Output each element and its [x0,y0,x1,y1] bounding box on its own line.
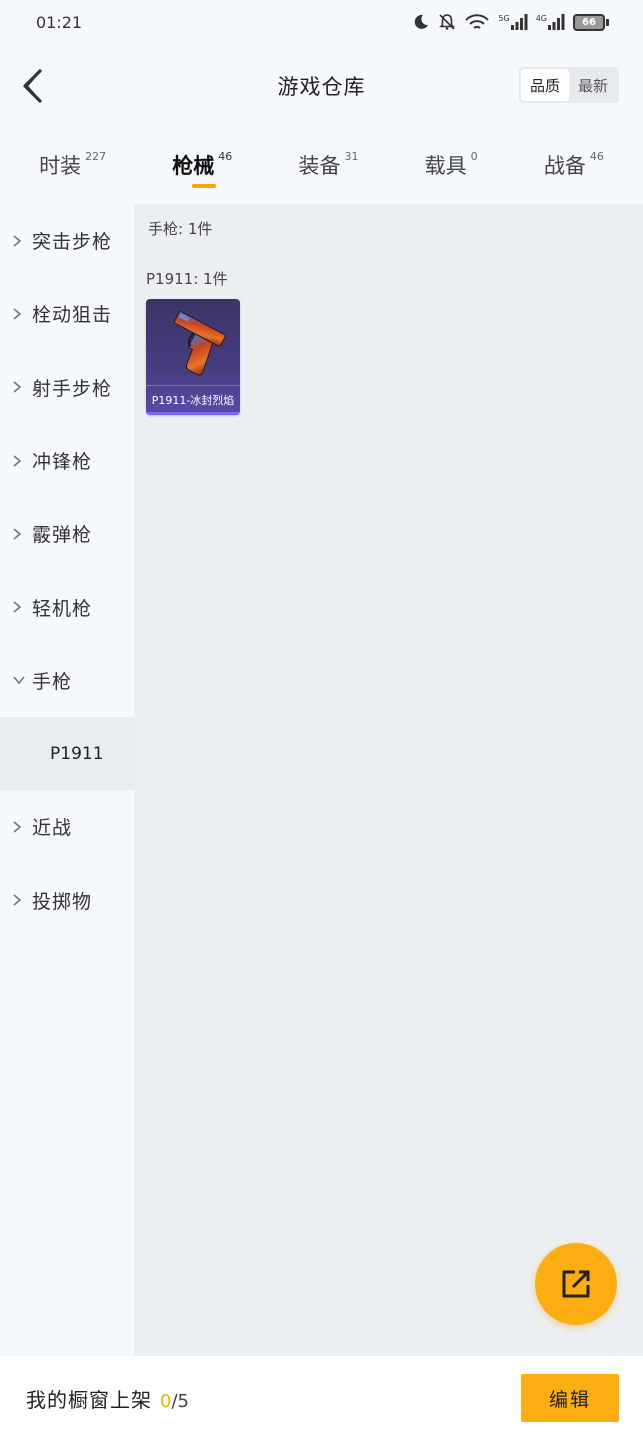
tab-vehicles[interactable]: 载具 0 [425,134,478,194]
battery-level: 66 [573,13,605,31]
sidebar-item-label: 投掷物 [32,890,93,913]
signal-5g-label: 5G [498,14,510,23]
tab-firearms[interactable]: 枪械 46 [172,134,232,194]
chevron-right-icon [12,527,26,541]
sidebar-item-label: 轻机枪 [32,597,93,620]
external-link-icon [562,1270,590,1298]
tab-fashion[interactable]: 时装 227 [39,134,106,194]
sidebar-subitem-label: P1911 [50,743,104,764]
tab-count: 227 [85,150,107,163]
showcase-count-total: /5 [171,1390,189,1412]
chevron-right-icon [12,380,26,394]
chevron-right-icon [12,820,26,834]
status-time: 01:21 [36,12,83,32]
bell-off-icon [438,13,456,31]
battery-icon: 66 [573,13,609,31]
bottom-bar: 我的橱窗上架 0/5 编辑 [0,1356,643,1440]
chevron-right-icon [12,307,26,321]
tab-label: 载具 [424,154,467,178]
back-button[interactable] [14,66,50,106]
tab-count: 0 [470,150,478,163]
status-bar: 01:21 5G 4G 66 [0,0,643,44]
item-card[interactable]: P1911-冰封烈焰 [146,299,240,415]
chevron-right-icon [12,600,26,614]
item-content-area: 手枪: 1件 P1911: 1件 P1911-冰封烈焰 [134,204,643,1356]
tab-count: 46 [218,150,233,163]
tab-count: 31 [344,150,359,163]
status-icons: 5G 4G 66 [412,13,609,31]
chevron-right-icon [12,454,26,468]
chevron-left-icon [23,69,42,103]
sidebar-item-assault-rifle[interactable]: 突击步枪 [0,204,134,277]
pistol-skin-image [174,311,226,376]
moon-icon [412,13,430,31]
tab-label: 时装 [39,154,82,178]
sidebar-item-label: 突击步枪 [32,231,113,254]
tab-active-indicator [192,184,217,188]
chevron-right-icon [12,893,26,907]
showcase-info: 我的橱窗上架 0/5 [26,1384,189,1413]
showcase-count-current: 0 [160,1390,172,1412]
edit-button[interactable]: 编辑 [521,1374,619,1422]
wifi-icon [464,13,490,31]
item-card-label: P1911-冰封烈焰 [146,385,240,413]
sidebar-item-melee[interactable]: 近战 [0,790,134,863]
sidebar-item-label: 栓动狙击 [32,304,113,327]
signal-5g-icon: 5G [498,14,528,30]
rarity-bar [146,412,240,415]
sort-quality-button[interactable]: 品质 [520,69,569,101]
sidebar-item-label: 射手步枪 [32,377,113,400]
showcase-count: 0/5 [160,1391,189,1412]
tab-combat-gear[interactable]: 战备 46 [544,134,604,194]
sidebar-item-label: 霰弹枪 [32,524,93,547]
chevron-right-icon [12,234,26,248]
sub-group-title: P1911: 1件 [146,270,228,288]
sidebar-item-smg[interactable]: 冲锋枪 [0,424,134,497]
sort-toggle: 品质 最新 [518,67,619,103]
header: 游戏仓库 品质 最新 [0,54,643,118]
sidebar-item-label: 冲锋枪 [32,451,93,474]
signal-4g-label: 4G [535,14,547,23]
tab-label: 装备 [298,154,341,178]
sidebar-item-label: 手枪 [32,670,73,693]
tab-label: 枪械 [172,154,215,178]
sidebar-item-bolt-sniper[interactable]: 栓动狙击 [0,277,134,350]
sidebar-subitem-p1911[interactable]: P1911 [0,717,134,791]
sidebar-item-pistol[interactable]: 手枪 [0,644,134,717]
tab-equipment[interactable]: 装备 31 [298,134,358,194]
sidebar-item-shotgun[interactable]: 霰弹枪 [0,497,134,570]
group-title: 手枪: 1件 [148,220,213,238]
tab-count: 46 [589,150,604,163]
signal-4g-icon: 4G [536,14,565,30]
sidebar-item-marksman-rifle[interactable]: 射手步枪 [0,351,134,424]
sort-latest-button[interactable]: 最新 [569,69,617,101]
page-title: 游戏仓库 [277,75,366,99]
share-fab-button[interactable] [535,1243,617,1325]
sidebar-item-throwables[interactable]: 投掷物 [0,863,134,936]
sidebar-item-lmg[interactable]: 轻机枪 [0,570,134,643]
weapon-category-sidebar: 突击步枪 栓动狙击 射手步枪 冲锋枪 霰弹枪 轻机枪 手枪 P1911 近战 投… [0,204,134,1356]
category-tabs: 时装 227 枪械 46 装备 31 载具 0 战备 46 [0,134,643,198]
tab-label: 战备 [543,154,586,178]
chevron-down-icon [12,675,26,685]
sidebar-item-label: 近战 [32,817,73,840]
showcase-label: 我的橱窗上架 [26,1387,152,1412]
